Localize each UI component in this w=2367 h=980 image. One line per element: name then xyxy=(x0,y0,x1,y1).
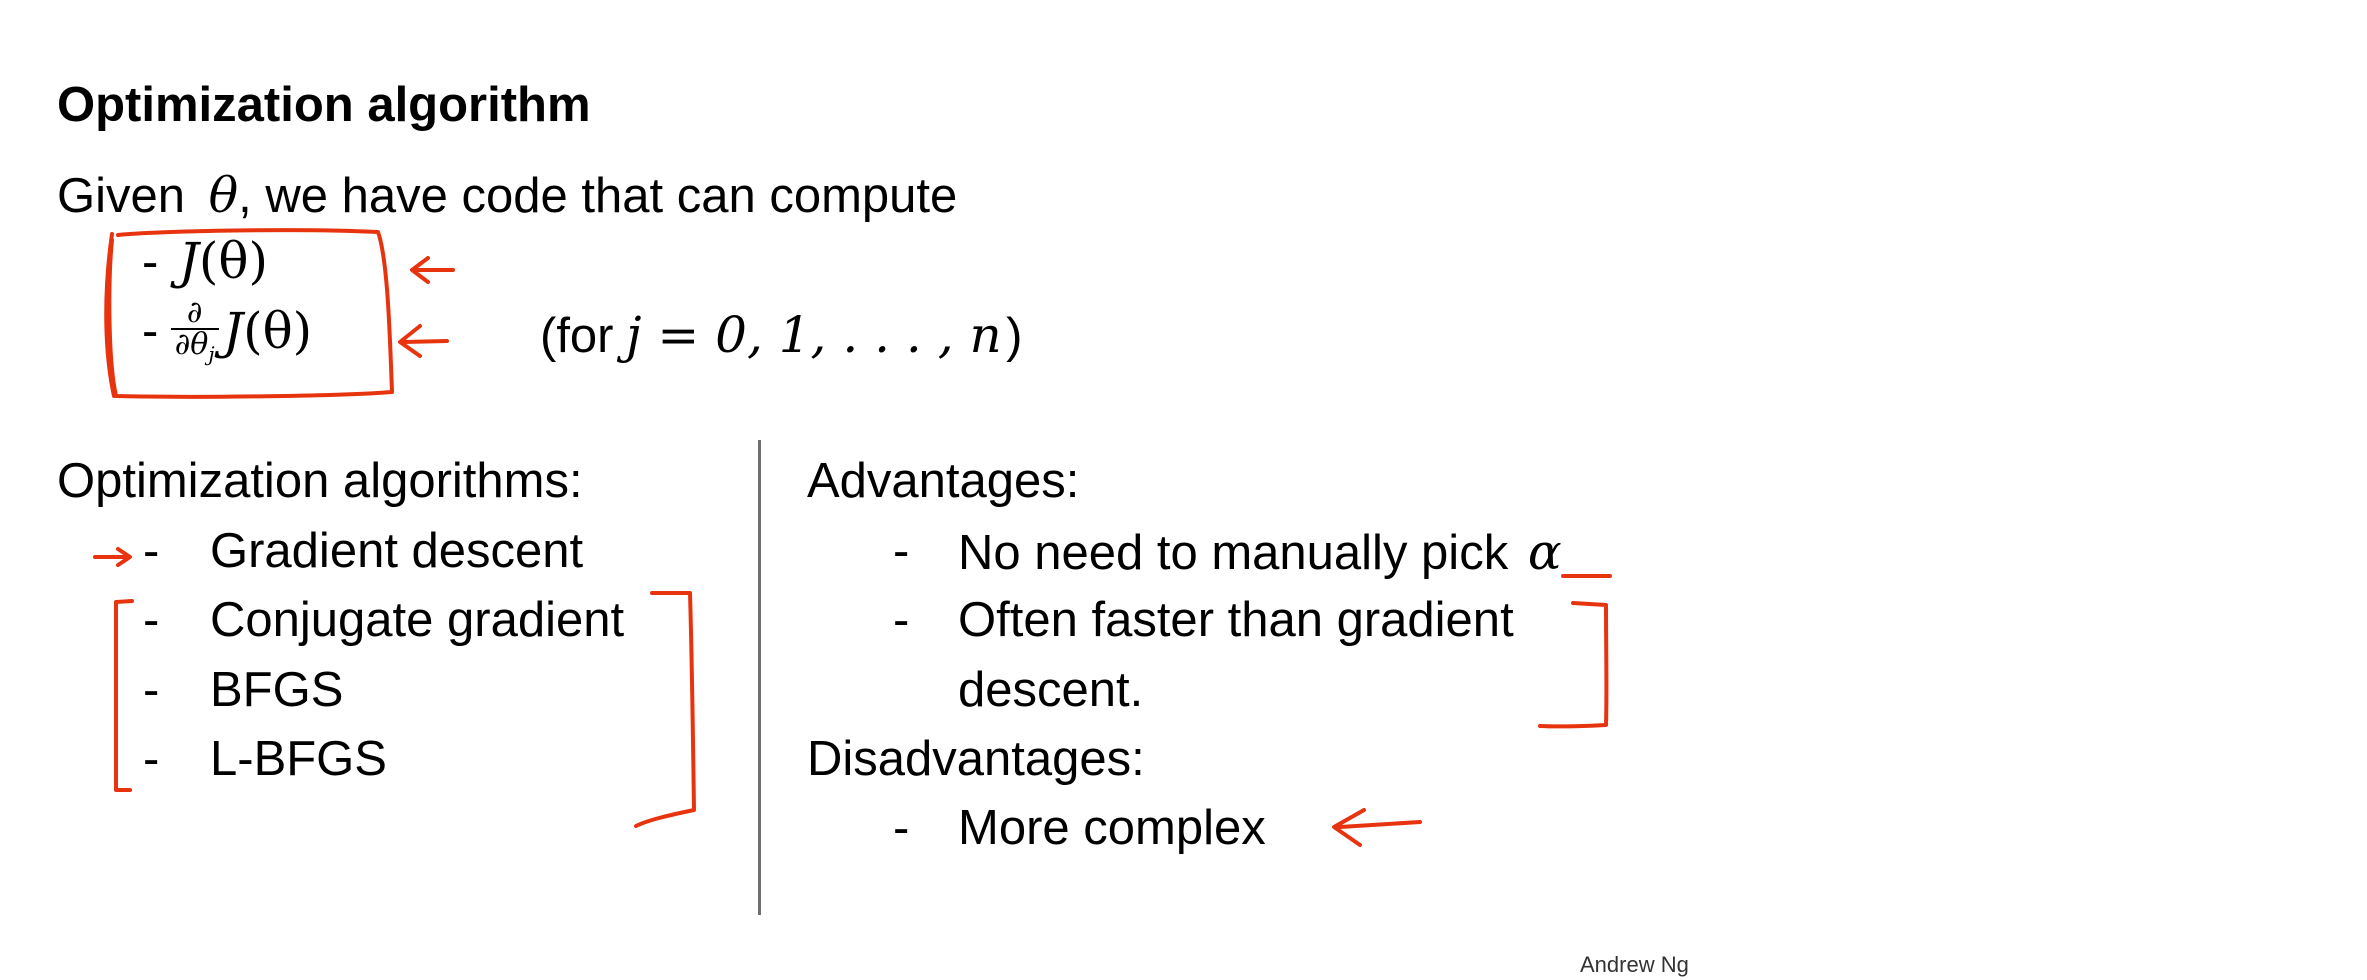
handwritten-annotations xyxy=(93,228,1612,847)
annotation-bracket xyxy=(634,591,696,828)
annotation-box xyxy=(107,228,394,399)
arrow-icon xyxy=(93,547,132,567)
annotation-bracket xyxy=(1538,601,1609,729)
arrow-icon xyxy=(1332,808,1422,847)
arrow-icon xyxy=(410,256,455,284)
arrow-icon xyxy=(398,324,449,358)
annotation-bracket xyxy=(114,599,134,792)
